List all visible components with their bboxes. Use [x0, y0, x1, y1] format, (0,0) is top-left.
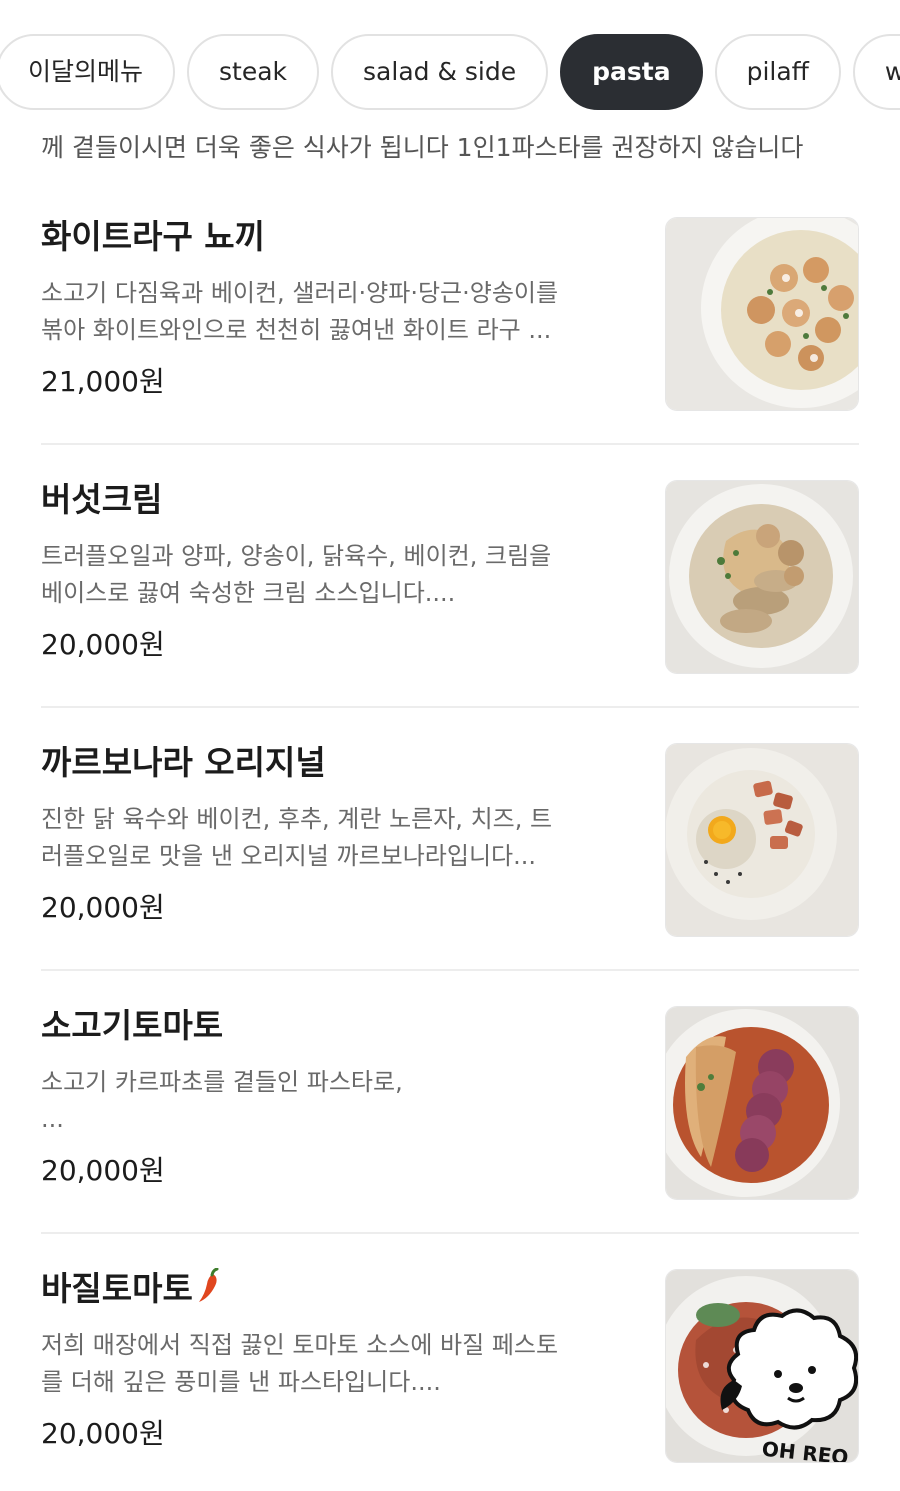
gnocchi-plate-photo[interactable]	[665, 217, 859, 411]
menu-item-price: 20,000원	[41, 1154, 165, 1187]
tab-wine[interactable]: wine	[852, 34, 900, 110]
menu-item-price: 20,000원	[41, 628, 165, 661]
menu-item-price: 20,000원	[41, 891, 165, 924]
basil-tomato-plate-photo[interactable]: OH REO	[665, 1269, 859, 1463]
tab-salad-side[interactable]: salad & side	[331, 34, 549, 110]
category-notice: 께 곁들이시면 더욱 좋은 식사가 됩니다 1인1파스타를 권장하지 않습니다	[41, 133, 804, 162]
menu-item-description: 진한 닭 육수와 베이컨, 후추, 계란 노른자, 치즈, 트 러플오일로 맛을…	[41, 805, 553, 870]
menu-list: 화이트라구 뇨끼 소고기 다짐육과 베이컨, 샐러리·양파·당근·양송이를 볶아…	[41, 182, 859, 1491]
menu-page: 이달의메뉴 steak salad & side pasta pilaff wi…	[0, 0, 900, 1491]
menu-item-name: 화이트라구 뇨끼	[41, 217, 266, 256]
tab-pasta[interactable]: pasta	[560, 34, 703, 110]
menu-item-beef-tomato[interactable]: 소고기토마토 소고기 카르파초를 곁들인 파스타로, ... 20,000원	[41, 971, 859, 1234]
menu-item-description: 소고기 다짐육과 베이컨, 샐러리·양파·당근·양송이를 볶아 화이트와인으로 …	[41, 279, 559, 344]
menu-item-name: 버섯크림	[41, 480, 163, 519]
menu-item-name: 소고기토마토	[41, 1006, 224, 1045]
menu-item-white-ragu-gnocchi[interactable]: 화이트라구 뇨끼 소고기 다짐육과 베이컨, 샐러리·양파·당근·양송이를 볶아…	[41, 182, 859, 445]
menu-item-name: 바질토마토	[41, 1267, 223, 1311]
menu-item-price: 21,000원	[41, 365, 165, 398]
menu-item-basil-tomato[interactable]: 바질토마토 저희 매장에서 직접 끓인 토마토 소스에 바질 페스토 를 더해 …	[41, 1234, 859, 1491]
tab-monthly-menu[interactable]: 이달의메뉴	[0, 34, 176, 110]
menu-item-price: 20,000원	[41, 1417, 165, 1450]
menu-item-description: 저희 매장에서 직접 끓인 토마토 소스에 바질 페스토 를 더해 깊은 풍미를…	[41, 1331, 559, 1396]
menu-item-name: 까르보나라 오리지널	[41, 743, 326, 782]
tab-steak[interactable]: steak	[187, 34, 320, 110]
menu-item-description: 소고기 카르파초를 곁들인 파스타로, ...	[41, 1068, 403, 1133]
beef-tomato-plate-photo[interactable]	[665, 1006, 859, 1200]
menu-item-carbonara-original[interactable]: 까르보나라 오리지널 진한 닭 육수와 베이컨, 후추, 계란 노른자, 치즈,…	[41, 708, 859, 971]
category-tabs: 이달의메뉴 steak salad & side pasta pilaff wi…	[0, 34, 900, 110]
menu-item-mushroom-cream[interactable]: 버섯크림 트러플오일과 양파, 양송이, 닭육수, 베이컨, 크림을 베이스로 …	[41, 445, 859, 708]
chili-pepper-icon	[198, 1268, 219, 1302]
carbonara-plate-photo[interactable]	[665, 743, 859, 937]
menu-item-description: 트러플오일과 양파, 양송이, 닭육수, 베이컨, 크림을 베이스로 끓여 숙성…	[41, 542, 552, 607]
mushroom-cream-plate-photo[interactable]	[665, 480, 859, 674]
tab-pilaff[interactable]: pilaff	[714, 34, 841, 110]
